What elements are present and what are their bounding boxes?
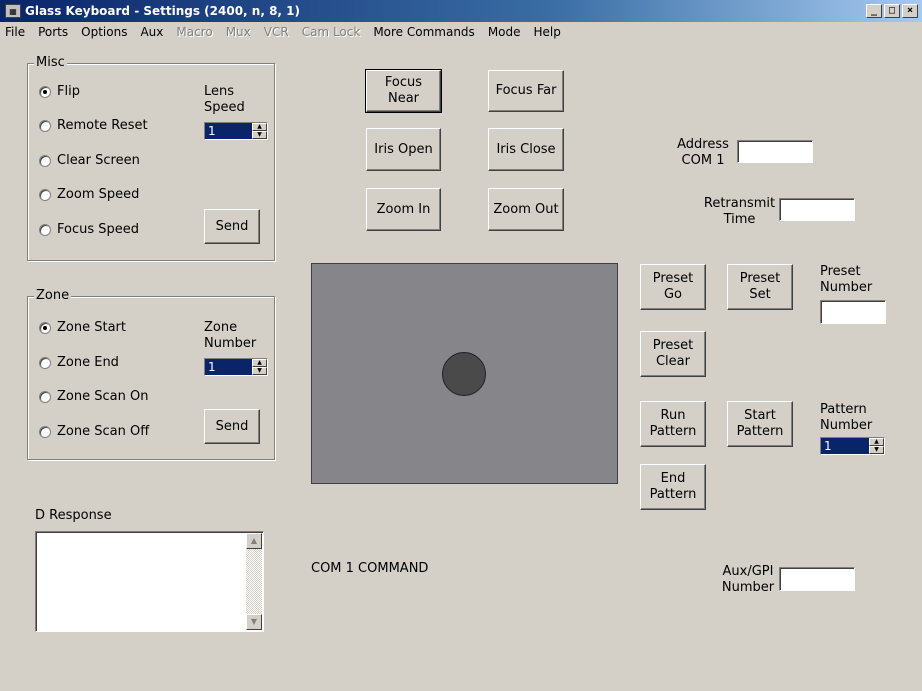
menu-help[interactable]: Help bbox=[534, 25, 561, 39]
spin-up-icon[interactable]: ▲ bbox=[252, 359, 267, 367]
preset-go-button[interactable]: Preset Go bbox=[640, 264, 706, 310]
scroll-up-icon[interactable]: ▲ bbox=[246, 533, 262, 549]
radio-flip-label: Flip bbox=[57, 84, 80, 99]
app-icon[interactable]: ▦ bbox=[5, 4, 21, 18]
spin-down-icon[interactable]: ▼ bbox=[869, 446, 884, 454]
menu-file[interactable]: File bbox=[5, 25, 25, 39]
radio-clear-screen[interactable]: Clear Screen bbox=[39, 153, 140, 168]
radio-clear-screen-label: Clear Screen bbox=[57, 153, 140, 168]
zone-number-spinner[interactable]: 1 ▲ ▼ bbox=[204, 358, 268, 376]
radio-zone-start[interactable]: Zone Start bbox=[39, 320, 126, 335]
start-pattern-button[interactable]: Start Pattern bbox=[727, 401, 793, 447]
address-label: Address COM 1 bbox=[677, 137, 729, 168]
zone-legend: Zone bbox=[34, 288, 72, 303]
radio-zone-start-label: Zone Start bbox=[57, 320, 126, 335]
response-label: D Response bbox=[35, 508, 112, 523]
pattern-number-spinner[interactable]: 1 ▲ ▼ bbox=[820, 437, 885, 455]
focus-near-button[interactable]: Focus Near bbox=[365, 69, 442, 113]
zoom-in-button[interactable]: Zoom In bbox=[366, 188, 441, 231]
radio-zone-end-indicator bbox=[39, 356, 51, 369]
address-input[interactable] bbox=[737, 140, 813, 163]
aux-gpi-label: Aux/GPI Number bbox=[721, 564, 775, 595]
radio-zone-scan-on[interactable]: Zone Scan On bbox=[39, 389, 148, 404]
preset-number-label: Preset Number bbox=[820, 264, 873, 295]
retransmit-label: Retransmit Time bbox=[703, 196, 776, 227]
joystick-knob[interactable] bbox=[442, 352, 486, 396]
zone-number-label: Zone Number bbox=[204, 320, 257, 351]
spin-up-icon[interactable]: ▲ bbox=[869, 438, 884, 446]
radio-zone-scan-on-indicator bbox=[39, 390, 51, 403]
command-status: COM 1 COMMAND bbox=[311, 561, 429, 576]
preset-clear-button[interactable]: Preset Clear bbox=[640, 331, 706, 377]
radio-zone-scan-on-label: Zone Scan On bbox=[57, 389, 149, 404]
preset-number-input[interactable] bbox=[820, 300, 886, 324]
radio-zone-end-label: Zone End bbox=[57, 355, 119, 370]
close-button[interactable]: × bbox=[902, 4, 918, 18]
preset-set-button[interactable]: Preset Set bbox=[727, 264, 793, 310]
menu-aux[interactable]: Aux bbox=[140, 25, 163, 39]
spin-up-icon[interactable]: ▲ bbox=[252, 123, 267, 131]
radio-focus-speed-indicator bbox=[39, 223, 51, 236]
menu-mux: Mux bbox=[225, 25, 251, 39]
menu-bar: File Ports Options Aux Macro Mux VCR Cam… bbox=[0, 22, 922, 42]
radio-remote-reset-label: Remote Reset bbox=[57, 118, 148, 133]
spin-down-icon[interactable]: ▼ bbox=[252, 131, 267, 139]
zone-send-button[interactable]: Send bbox=[204, 409, 260, 444]
menu-more-commands[interactable]: More Commands bbox=[373, 25, 475, 39]
aux-gpi-input[interactable] bbox=[779, 567, 855, 591]
misc-legend: Misc bbox=[34, 55, 67, 70]
radio-zone-scan-off-label: Zone Scan Off bbox=[57, 424, 150, 439]
lens-speed-spinner[interactable]: 1 ▲ ▼ bbox=[204, 122, 268, 140]
menu-options[interactable]: Options bbox=[81, 25, 127, 39]
response-textarea[interactable]: ▲ ▼ bbox=[35, 531, 264, 632]
radio-zone-scan-off-indicator bbox=[39, 425, 51, 438]
maximize-button[interactable]: □ bbox=[884, 4, 900, 18]
minimize-button[interactable]: _ bbox=[866, 4, 882, 18]
title-bar: ▦ Glass Keyboard - Settings (2400, n, 8,… bbox=[0, 0, 922, 22]
misc-send-button[interactable]: Send bbox=[204, 209, 260, 244]
radio-focus-speed[interactable]: Focus Speed bbox=[39, 222, 139, 237]
zoom-out-button[interactable]: Zoom Out bbox=[488, 188, 564, 231]
radio-clear-screen-indicator bbox=[39, 154, 51, 167]
zone-group: Zone Zone Start Zone End Zone Scan On Zo… bbox=[27, 288, 275, 460]
run-pattern-button[interactable]: Run Pattern bbox=[640, 401, 706, 447]
misc-group: Misc Flip Remote Reset Clear Screen Zoom… bbox=[27, 55, 275, 261]
menu-vcr: VCR bbox=[263, 25, 289, 39]
spin-down-icon[interactable]: ▼ bbox=[252, 367, 267, 375]
zone-number-value[interactable]: 1 bbox=[205, 359, 252, 375]
menu-ports[interactable]: Ports bbox=[38, 25, 68, 39]
response-scrollbar[interactable]: ▲ ▼ bbox=[246, 533, 262, 630]
radio-remote-reset[interactable]: Remote Reset bbox=[39, 118, 148, 133]
menu-cam-lock: Cam Lock bbox=[301, 25, 361, 39]
menu-mode[interactable]: Mode bbox=[488, 25, 521, 39]
radio-flip[interactable]: Flip bbox=[39, 84, 80, 99]
retransmit-input[interactable] bbox=[779, 198, 855, 221]
lens-speed-value[interactable]: 1 bbox=[205, 123, 252, 139]
radio-zoom-speed-indicator bbox=[39, 188, 51, 201]
focus-far-button[interactable]: Focus Far bbox=[488, 70, 564, 112]
ptz-joystick-pad[interactable] bbox=[311, 263, 618, 484]
radio-zone-scan-off[interactable]: Zone Scan Off bbox=[39, 424, 149, 439]
iris-close-button[interactable]: Iris Close bbox=[488, 128, 564, 171]
radio-focus-speed-label: Focus Speed bbox=[57, 222, 140, 237]
radio-zone-start-indicator bbox=[39, 321, 51, 334]
radio-zoom-speed[interactable]: Zoom Speed bbox=[39, 187, 139, 202]
end-pattern-button[interactable]: End Pattern bbox=[640, 464, 706, 510]
radio-flip-indicator bbox=[39, 85, 51, 98]
pattern-number-label: Pattern Number bbox=[820, 402, 873, 433]
radio-zoom-speed-label: Zoom Speed bbox=[57, 187, 140, 202]
radio-zone-end[interactable]: Zone End bbox=[39, 355, 119, 370]
lens-speed-label: Lens Speed bbox=[204, 84, 245, 115]
menu-macro: Macro bbox=[176, 25, 213, 39]
scroll-down-icon[interactable]: ▼ bbox=[246, 614, 262, 630]
window-title: Glass Keyboard - Settings (2400, n, 8, 1… bbox=[25, 4, 300, 18]
radio-remote-reset-indicator bbox=[39, 119, 51, 132]
iris-open-button[interactable]: Iris Open bbox=[366, 128, 441, 171]
pattern-number-value[interactable]: 1 bbox=[821, 438, 869, 454]
